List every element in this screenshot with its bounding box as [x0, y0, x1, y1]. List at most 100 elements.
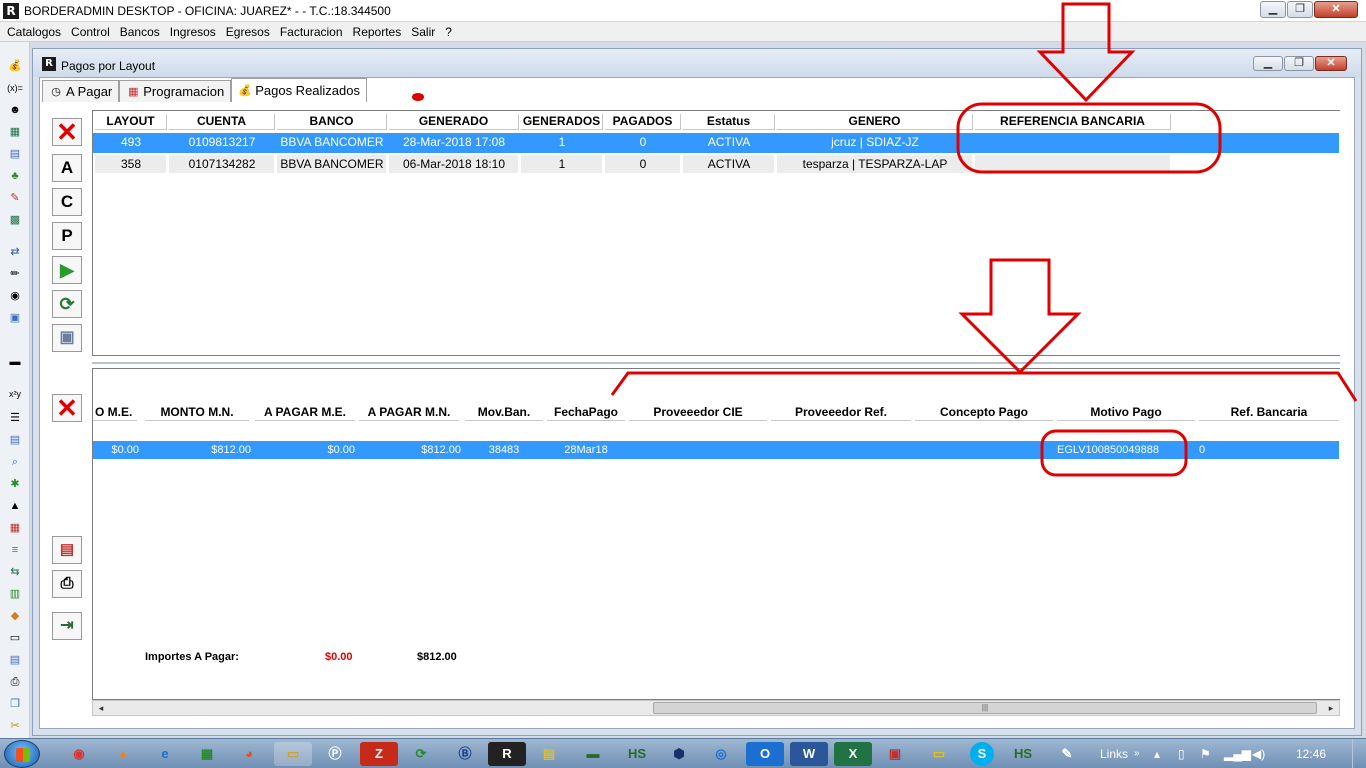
- explorer-icon[interactable]: ▭: [274, 742, 312, 766]
- start-button[interactable]: [4, 740, 40, 768]
- scroll-right-icon[interactable]: ▸: [1323, 701, 1339, 715]
- links-toolbar[interactable]: Links: [1100, 739, 1128, 768]
- tab-a-pagar[interactable]: ◷ A Pagar: [42, 80, 120, 102]
- tray-arrow-icon[interactable]: ▴: [1154, 739, 1160, 768]
- gear-icon[interactable]: ✱: [7, 476, 23, 492]
- book-icon[interactable]: ▣: [7, 310, 23, 326]
- chrome-icon[interactable]: ◉: [60, 742, 98, 766]
- signal-icon[interactable]: ▂▄▆: [1224, 739, 1251, 768]
- ledger-icon[interactable]: ▦: [7, 124, 23, 140]
- refresh-button[interactable]: ⟳: [52, 290, 82, 318]
- menu-bancos[interactable]: Bancos: [120, 25, 160, 39]
- delete-layout-button[interactable]: ✕: [52, 118, 82, 146]
- col-mov-ban[interactable]: Mov.Ban.: [465, 405, 543, 421]
- horizontal-scrollbar[interactable]: ◂ ||| ▸: [92, 700, 1340, 716]
- database-icon[interactable]: ☰: [7, 410, 23, 426]
- col-estatus[interactable]: Estatus: [683, 114, 775, 130]
- ie-icon[interactable]: e: [146, 742, 184, 766]
- flag-icon[interactable]: ⚑: [1200, 739, 1211, 768]
- col-generados[interactable]: GENERADOS: [521, 114, 603, 130]
- search-doc-icon[interactable]: ⌕: [7, 454, 23, 470]
- table-row[interactable]: 493 0109813217 BBVA BANCOMER 28-Mar-2018…: [93, 133, 1339, 153]
- shield-app-icon[interactable]: ⬢: [660, 742, 698, 766]
- calendar-icon[interactable]: ▦: [7, 520, 23, 536]
- col-concepto-pago[interactable]: Concepto Pago: [915, 405, 1053, 421]
- col-generado[interactable]: GENERADO: [389, 114, 519, 130]
- hs-app-icon[interactable]: HS: [618, 742, 656, 766]
- tools-icon[interactable]: ✂: [7, 718, 23, 734]
- box-icon[interactable]: ◆: [7, 608, 23, 624]
- money-app-icon[interactable]: ▦: [188, 742, 226, 766]
- scroll-left-icon[interactable]: ◂: [93, 701, 109, 715]
- eye-icon[interactable]: ◉: [7, 288, 23, 304]
- tools-app-icon[interactable]: ✎: [1048, 742, 1086, 766]
- vlc-icon[interactable]: ▲: [104, 742, 142, 766]
- c-button[interactable]: C: [52, 188, 82, 216]
- col-motivo-pago[interactable]: Motivo Pago: [1057, 405, 1195, 421]
- document-icon[interactable]: ▤: [7, 146, 23, 162]
- show-desktop-button[interactable]: [1352, 739, 1366, 768]
- menu-egresos[interactable]: Egresos: [226, 25, 270, 39]
- col-fecha-pago[interactable]: FechaPago: [547, 405, 625, 421]
- exchange-icon[interactable]: ⇆: [7, 564, 23, 580]
- table-row[interactable]: 358 0107134282 BBVA BANCOMER 06-Mar-2018…: [93, 155, 1339, 175]
- word-icon[interactable]: W: [790, 742, 828, 766]
- save-button[interactable]: ▣: [52, 324, 82, 352]
- close-button[interactable]: ✕: [1314, 1, 1358, 18]
- volume-icon[interactable]: ◀): [1252, 739, 1265, 768]
- col-cuenta[interactable]: CUENTA: [169, 114, 275, 130]
- list-icon[interactable]: ≡: [7, 542, 23, 558]
- calculator-icon[interactable]: ▩: [7, 212, 23, 228]
- col-banco[interactable]: BANCO: [277, 114, 387, 130]
- menu-facturacion[interactable]: Facturacion: [280, 25, 343, 39]
- hs-app-2-icon[interactable]: HS: [1004, 742, 1042, 766]
- sync-icon[interactable]: ⟳: [402, 742, 440, 766]
- pen-icon[interactable]: ✎: [7, 190, 23, 206]
- printer-icon[interactable]: ⎙: [7, 674, 23, 690]
- restore-button[interactable]: ❐: [1287, 1, 1313, 18]
- network-app-icon[interactable]: ▣: [876, 742, 914, 766]
- p-app-icon[interactable]: Ⓟ: [316, 742, 354, 766]
- sheet-icon[interactable]: ▥: [7, 586, 23, 602]
- inbox-icon[interactable]: ▭: [7, 630, 23, 646]
- menu-salir[interactable]: Salir: [411, 25, 435, 39]
- a-button[interactable]: A: [52, 154, 82, 182]
- minimize-button[interactable]: ▁: [1260, 1, 1286, 18]
- report-icon[interactable]: ▤: [7, 432, 23, 448]
- notes-icon[interactable]: ▤: [530, 742, 568, 766]
- col-monto-me[interactable]: O M.E.: [93, 405, 137, 421]
- col-ref-bancaria[interactable]: Ref. Bancaria: [1199, 405, 1339, 421]
- menu-catalogos[interactable]: Catalogos: [7, 25, 61, 39]
- print-button[interactable]: ⎙: [52, 570, 82, 598]
- tab-pagos-realizados[interactable]: 💰 Pagos Realizados: [231, 78, 367, 102]
- col-referencia-bancaria[interactable]: REFERENCIA BANCARIA: [975, 114, 1171, 130]
- copy-icon[interactable]: ❐: [7, 696, 23, 712]
- child-close-button[interactable]: ✕: [1315, 56, 1347, 71]
- col-monto-mn[interactable]: MONTO M.N.: [145, 405, 249, 421]
- col-proveedor-ref[interactable]: Proveeedor Ref.: [771, 405, 911, 421]
- chevron-icon[interactable]: »: [1134, 739, 1140, 768]
- excel-export-button[interactable]: ▤: [52, 536, 82, 564]
- menu-reportes[interactable]: Reportes: [353, 25, 402, 39]
- col-a-pagar-mn[interactable]: A PAGAR M.N.: [359, 405, 459, 421]
- menu-control[interactable]: Control: [71, 25, 110, 39]
- globe-icon[interactable]: ◎: [702, 742, 740, 766]
- firefox-icon[interactable]: ◕: [230, 742, 268, 766]
- col-proveedor-cie[interactable]: Proveeedor CIE: [629, 405, 767, 421]
- clock[interactable]: 12:46: [1296, 739, 1326, 768]
- outlook-icon[interactable]: O: [746, 742, 784, 766]
- excel-icon[interactable]: X: [834, 742, 872, 766]
- borderadmin-icon[interactable]: R: [488, 742, 526, 766]
- person-icon[interactable]: ☻: [7, 102, 23, 118]
- filezilla-icon[interactable]: Z: [360, 742, 398, 766]
- transfer-icon[interactable]: ⇄: [7, 244, 23, 260]
- child-minimize-button[interactable]: ▁: [1253, 56, 1283, 71]
- col-a-pagar-me[interactable]: A PAGAR M.E.: [255, 405, 355, 421]
- folder-app-icon[interactable]: ▭: [920, 742, 958, 766]
- scroll-thumb[interactable]: |||: [653, 702, 1317, 714]
- exit-door-button[interactable]: ⇥: [52, 612, 82, 640]
- formula-icon[interactable]: (x)=: [7, 80, 23, 96]
- child-restore-button[interactable]: ❐: [1284, 56, 1314, 71]
- table-row[interactable]: $0.00 $812.00 $0.00 $812.00 38483 28Mar1…: [93, 441, 1339, 459]
- col-pagados[interactable]: PAGADOS: [605, 114, 681, 130]
